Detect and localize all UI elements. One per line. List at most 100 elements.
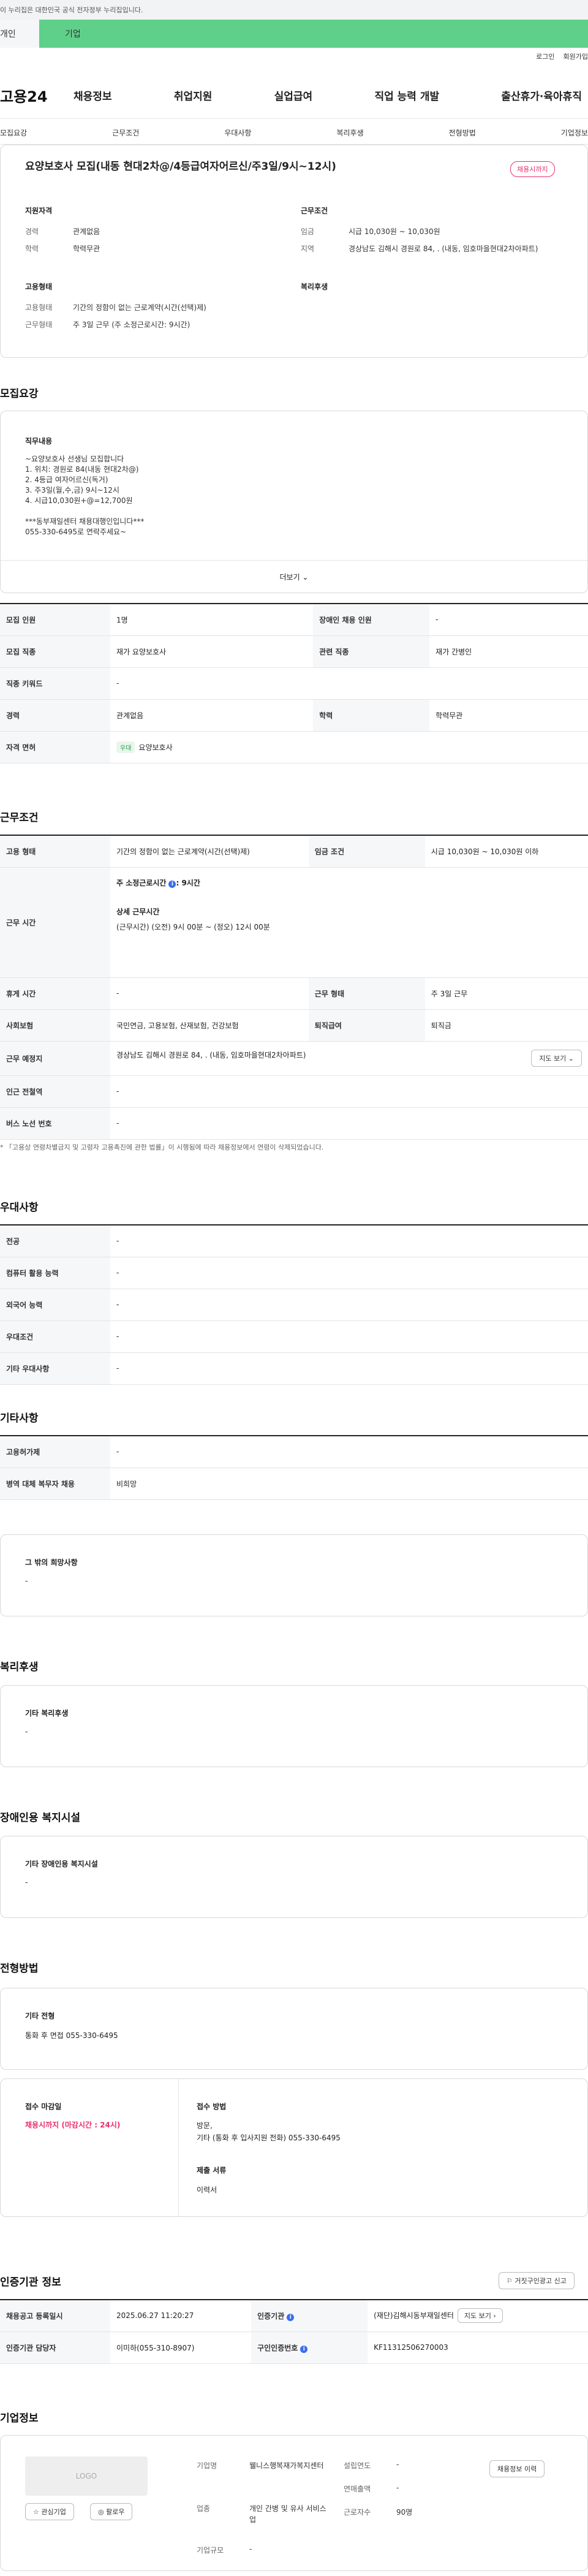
table-header-cell: 인증기관 i	[251, 2300, 368, 2332]
deadline-value: 채용시까지 (마감시간 : 24시)	[25, 2121, 121, 2129]
chevron-down-icon: ⌄	[302, 573, 309, 581]
map-button[interactable]: 지도 보기 ⌄	[531, 1050, 582, 1067]
table-row: 사회보험 국민연금, 고용보험, 산재보험, 건강보험 퇴직급여 퇴직금	[0, 1009, 588, 1042]
deadline-label: 접수 마감일	[25, 2102, 62, 2111]
history-button[interactable]: 채용정보 이력	[489, 2460, 545, 2477]
subnav-company[interactable]: 기업정보	[561, 127, 588, 144]
welfare-title: 기타 복리후생	[25, 1709, 69, 1718]
table-header-cell: 전공	[0, 1225, 110, 1257]
table-row: 자격 면허 우대 요양보호사	[0, 731, 588, 763]
info-icon[interactable]: i	[300, 2345, 308, 2353]
table-header-cell: 사회보험	[0, 1009, 110, 1042]
table-cell: 주 소정근로시간 i: 9시간 상세 근무시간 (근무시간) (오전) 9시 00…	[110, 867, 588, 978]
table-cell: 우대 요양보호사	[110, 731, 588, 763]
duty-title: 직무내용	[25, 437, 53, 445]
work-label: 근무형태	[25, 320, 53, 329]
table-header-cell: 기타 우대사항	[0, 1352, 110, 1385]
sales-label: 연매출액	[344, 2485, 371, 2493]
report-button[interactable]: ⚐ 거짓구인광고 신고	[499, 2272, 575, 2289]
table-cell: 기간의 정함이 없는 근로계약(시간(선택)제)	[110, 835, 309, 868]
subnav-process[interactable]: 전형방법	[449, 127, 476, 144]
industry-value: 개인 간병 및 유사 서비스업	[249, 2504, 326, 2524]
info-icon[interactable]: i	[168, 880, 176, 888]
emp-count-value: 90명	[396, 2508, 413, 2517]
method-label: 접수 방법	[197, 2102, 227, 2111]
table-header-cell: 근무 시간	[0, 867, 110, 978]
pay-value: 시급 10,030원 ~ 10,030원	[349, 227, 440, 236]
nav-training[interactable]: 직업 능력 개발	[374, 88, 439, 103]
table-cell: 재가 요양보호사	[110, 635, 314, 668]
table-header-cell: 컴퓨터 활용 능력	[0, 1257, 110, 1289]
table-cell: 이미하(055-310-8907)	[110, 2332, 252, 2364]
table-header-cell: 고용 형태	[0, 835, 110, 868]
table-cell: -	[110, 1289, 588, 1321]
section-welfare: 복리후생	[301, 282, 328, 291]
table-row: 외국어 능력 -	[0, 1289, 588, 1321]
tab-personal[interactable]: 개인	[0, 20, 39, 48]
job-title: 요양보호사 모집(내동 현대2차@/4등급여자어르신/주3일/9시~12시)	[25, 161, 336, 173]
table-row: 전공 -	[0, 1225, 588, 1257]
subnav-pref[interactable]: 우대사항	[224, 127, 251, 144]
region-value: 경상남도 김해시 경원로 84, . (내동, 임호마을현대2차아파트)	[349, 244, 538, 253]
welfare-box: 기타 복리후생 -	[0, 1685, 588, 1767]
fav-button[interactable]: ☆ 관심기업	[25, 2503, 74, 2520]
nav-support[interactable]: 취업지원	[174, 88, 213, 103]
req-heading: 모집요강	[0, 388, 39, 400]
table-header-cell: 모집 직종	[0, 635, 110, 668]
table-header-cell: 휴게 시간	[0, 977, 110, 1010]
process-value: 통화 후 면접 055-330-6495	[25, 2031, 118, 2040]
table-row: 근무 시간 주 소정근로시간 i: 9시간 상세 근무시간 (근무시간) (오전)…	[0, 867, 588, 978]
industry-label: 업종	[197, 2504, 211, 2513]
pref-heading: 우대사항	[0, 1202, 39, 1214]
table-cell: -	[110, 667, 588, 700]
logo[interactable]: 고용24	[0, 85, 67, 106]
table-cell: -	[110, 1320, 588, 1353]
emp-label: 고용형태	[25, 303, 53, 312]
table-header-cell: 장애인 채용 인원	[313, 604, 430, 636]
table-cell: -	[110, 1436, 588, 1468]
process-box: 기타 전형 통화 후 면접 055-330-6495	[0, 1988, 588, 2070]
nav-leave[interactable]: 출산휴가·육아휴직	[501, 88, 582, 103]
table-cell: (재단)김해시동부재일센터 지도 보기 ›	[368, 2300, 588, 2332]
pref-table: 전공 - 컴퓨터 활용 능력 - 외국어 능력 - 우대조건 - 기타 우대사항 -	[0, 1224, 588, 1385]
table-header-cell: 인근 전철역	[0, 1075, 110, 1108]
etc-box: 그 밖의 희망사항 -	[0, 1534, 588, 1616]
info-icon[interactable]: i	[287, 2313, 295, 2321]
cond-heading: 근무조건	[0, 812, 39, 824]
table-cell: 주 3일 근무	[424, 977, 588, 1010]
signup-link[interactable]: 회원가입	[564, 53, 588, 61]
company-logo: LOGO	[25, 2457, 148, 2496]
table-header-cell: 퇴직급여	[308, 1009, 425, 1042]
deadline-badge: 채용시까지	[510, 161, 555, 177]
cert-map-button[interactable]: 지도 보기 ›	[457, 2308, 503, 2324]
career-label: 경력	[25, 227, 39, 236]
company-name: 웰니스행복재가복지센터	[249, 2461, 324, 2470]
nav-unemployment[interactable]: 실업급여	[274, 88, 313, 103]
login-link[interactable]: 로그인	[536, 53, 554, 61]
company-heading: 기업정보	[0, 2412, 39, 2425]
etc-box-title: 그 밖의 희망사항	[25, 1558, 78, 1567]
table-header-cell: 채용공고 등록일시	[0, 2300, 110, 2332]
subnav-req[interactable]: 모집요강	[0, 127, 27, 144]
main-nav: 고용24 채용정보 취업지원 실업급여 직업 능력 개발 출산휴가·육아휴직	[0, 72, 588, 119]
table-cell: 비희망	[110, 1468, 588, 1500]
table-row: 휴게 시간 - 근무 형태 주 3일 근무	[0, 977, 588, 1010]
table-cell: -	[110, 977, 309, 1010]
subnav-welfare[interactable]: 복리후생	[336, 127, 363, 144]
nav-jobs[interactable]: 채용정보	[74, 88, 112, 103]
follow-button[interactable]: ◎ 팔로우	[90, 2503, 133, 2520]
tab-company[interactable]: 기업	[39, 20, 588, 48]
subnav-cond[interactable]: 근무조건	[112, 127, 139, 144]
req-detail-card: 직무내용 ~요양보호사 선생님 모집합니다 1. 위치: 경원로 84(내동 현대…	[0, 411, 588, 593]
star-icon: ☆	[33, 2508, 39, 2516]
more-button[interactable]: 더보기 ⌄	[1, 560, 587, 593]
table-row: 근무 예정지 경상남도 김해시 경원로 84, . (내동, 임호마을현대2차아파…	[0, 1041, 588, 1076]
section-type: 고용형태	[25, 282, 53, 291]
emp-count-label: 근로자수	[344, 2508, 371, 2517]
size-label: 기업규모	[197, 2546, 224, 2555]
etc-table: 고용허가제 - 병역 대체 복무자 채용 비희망	[0, 1435, 588, 1500]
etc-box-value: -	[25, 1577, 28, 1585]
table-cell: 재가 간병인	[429, 635, 588, 668]
cond-table: 고용 형태 기간의 정함이 없는 근로계약(시간(선택)제) 임금 조건 시급 10,…	[0, 835, 588, 1140]
edu-label: 학력	[25, 244, 39, 253]
